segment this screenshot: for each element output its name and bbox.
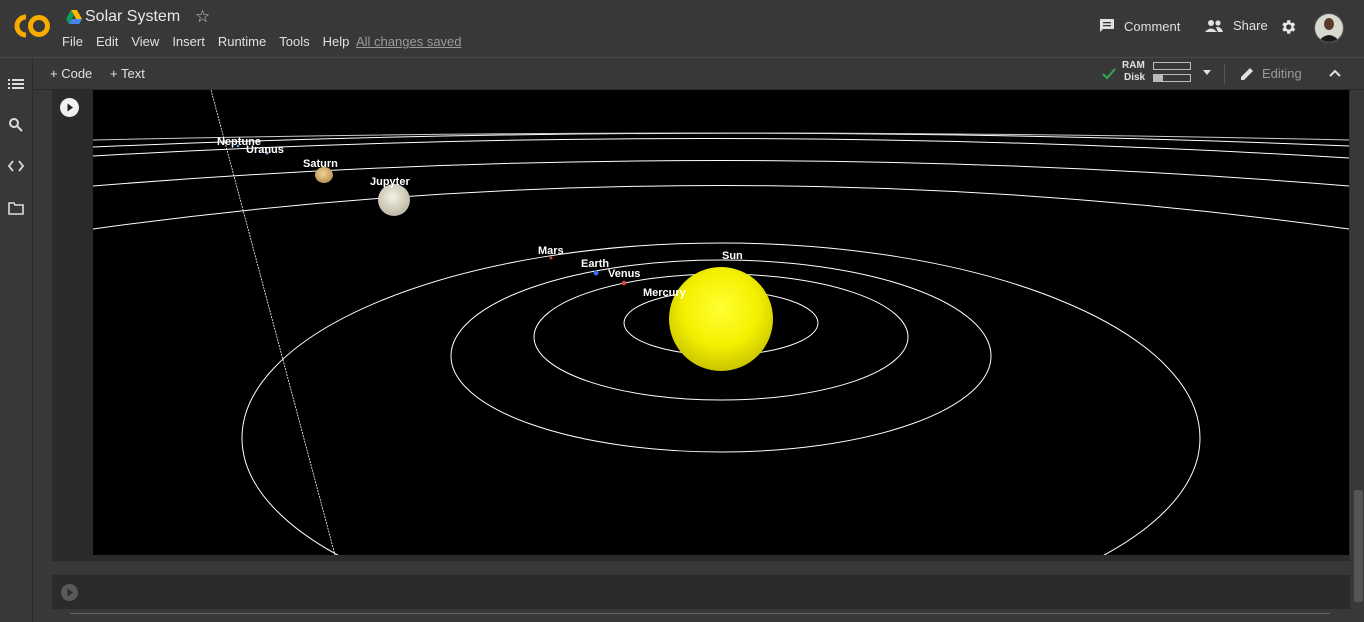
search-icon[interactable] xyxy=(8,117,24,133)
label-sun: Sun xyxy=(722,250,743,262)
run-cell-button[interactable] xyxy=(60,98,79,117)
chevron-down-icon[interactable] xyxy=(1202,70,1212,76)
orbit-jupyter xyxy=(93,185,1349,230)
add-text-button[interactable]: + Text xyxy=(110,66,145,81)
save-status[interactable]: All changes saved xyxy=(356,34,462,49)
menu-item-insert[interactable]: Insert xyxy=(172,34,205,49)
planet-jupyter[interactable] xyxy=(378,184,410,216)
people-icon xyxy=(1205,19,1223,32)
code-snippets-icon[interactable] xyxy=(8,158,24,174)
colab-logo[interactable] xyxy=(12,13,50,39)
avatar[interactable] xyxy=(1314,13,1344,43)
menu-bar: File Edit View Insert Runtime Tools Help xyxy=(62,34,362,49)
toolbar-divider xyxy=(1224,64,1225,84)
share-button[interactable]: Share xyxy=(1204,18,1268,33)
add-code-button[interactable]: + Code xyxy=(50,66,92,81)
comment-label: Comment xyxy=(1124,18,1181,34)
label-mars: Mars xyxy=(538,245,564,257)
pencil-icon xyxy=(1241,68,1253,80)
disk-label: Disk xyxy=(1124,72,1146,83)
label-saturn: Saturn xyxy=(303,158,338,170)
label-venus: Venus xyxy=(608,268,640,280)
ram-bar xyxy=(1153,62,1191,70)
avatar-image xyxy=(1315,14,1343,42)
drive-icon xyxy=(66,10,82,24)
label-mercury: Mercury xyxy=(643,287,687,299)
notebook-title[interactable]: Solar System xyxy=(85,8,180,26)
cell-output-3d-scene[interactable]: Neptune Uranus Saturn Jupyter Mars Earth… xyxy=(93,90,1349,555)
menu-item-edit[interactable]: Edit xyxy=(96,34,118,49)
disk-bar-fill xyxy=(1154,75,1163,81)
table-of-contents-icon[interactable] xyxy=(8,76,24,92)
header: Solar System ☆ File Edit View Insert Run… xyxy=(0,0,1364,58)
menu-item-help[interactable]: Help xyxy=(323,34,350,49)
solar-system-canvas[interactable]: Neptune Uranus Saturn Jupyter Mars Earth… xyxy=(93,90,1349,555)
checkmark-icon xyxy=(1102,68,1116,80)
disk-bar xyxy=(1153,74,1191,82)
scrollbar[interactable] xyxy=(1354,490,1363,602)
label-jupyter: Jupyter xyxy=(370,176,410,188)
planet-sun[interactable] xyxy=(669,267,773,371)
empty-code-cell[interactable] xyxy=(52,575,1350,609)
share-label: Share xyxy=(1233,18,1268,33)
run-cell-button-2[interactable] xyxy=(61,584,78,601)
gear-icon[interactable] xyxy=(1279,18,1297,36)
left-sidebar xyxy=(0,58,33,622)
planet-venus[interactable] xyxy=(621,280,627,286)
menu-item-tools[interactable]: Tools xyxy=(279,34,309,49)
label-uranus: Uranus xyxy=(246,144,284,156)
menu-item-runtime[interactable]: Runtime xyxy=(218,34,266,49)
comment-button[interactable]: Comment xyxy=(1099,18,1180,34)
play-icon xyxy=(67,103,73,112)
collapse-chevron-icon[interactable] xyxy=(1329,69,1341,77)
files-icon[interactable] xyxy=(8,200,24,216)
planet-earth[interactable] xyxy=(593,270,599,276)
editing-mode-button[interactable]: Editing xyxy=(1240,66,1302,81)
label-earth: Earth xyxy=(581,258,609,270)
editing-label: Editing xyxy=(1262,66,1302,81)
play-icon xyxy=(67,588,73,597)
menu-item-view[interactable]: View xyxy=(131,34,159,49)
menu-item-file[interactable]: File xyxy=(62,34,83,49)
comment-icon xyxy=(1100,19,1114,32)
divider xyxy=(70,613,1330,614)
ram-label: RAM xyxy=(1122,60,1145,71)
star-icon[interactable]: ☆ xyxy=(195,7,210,27)
orbit-saturn xyxy=(93,160,1349,187)
